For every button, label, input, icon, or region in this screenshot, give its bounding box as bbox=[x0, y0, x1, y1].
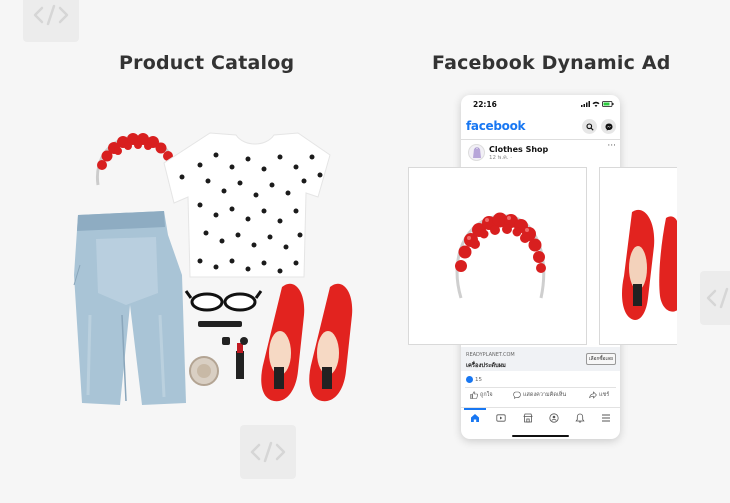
code-icon bbox=[33, 4, 69, 26]
post-more-button[interactable]: ··· bbox=[607, 141, 616, 151]
shop-now-button[interactable]: เลือกซื้อเลย bbox=[586, 353, 616, 365]
share-label: แชร์ bbox=[599, 392, 610, 398]
home-indicator bbox=[512, 435, 569, 437]
facebook-dynamic-ad-heading: Facebook Dynamic Ad bbox=[432, 52, 671, 74]
battery-icon bbox=[602, 101, 614, 107]
header-divider bbox=[461, 139, 620, 140]
link-domain: READYPLANET.COM bbox=[466, 352, 515, 358]
product-catalog-image bbox=[60, 115, 360, 415]
jeans-illustration bbox=[73, 211, 186, 405]
facebook-logo: facebook bbox=[466, 119, 526, 133]
messenger-icon bbox=[605, 123, 612, 131]
code-icon bbox=[250, 441, 286, 463]
nav-menu[interactable] bbox=[600, 412, 612, 424]
post-time: 12 พ.ค. · bbox=[489, 155, 513, 161]
like-button[interactable]: ถูกใจ bbox=[470, 391, 493, 399]
carousel-card-heels[interactable] bbox=[599, 167, 677, 345]
sunglasses-illustration bbox=[184, 290, 263, 312]
shop-logo-icon bbox=[473, 147, 481, 158]
nav-groups[interactable] bbox=[548, 412, 560, 424]
headband-illustration bbox=[95, 133, 178, 186]
mascara-illustration bbox=[198, 321, 242, 327]
product-catalog-heading: Product Catalog bbox=[119, 52, 295, 74]
red-heels-product-image bbox=[622, 209, 677, 320]
actions-divider bbox=[465, 387, 616, 388]
wifi-icon bbox=[592, 101, 600, 107]
polka-dot-top-illustration bbox=[163, 132, 331, 278]
like-label: ถูกใจ bbox=[480, 392, 493, 398]
red-heels-illustration bbox=[261, 283, 353, 402]
search-button[interactable] bbox=[582, 119, 597, 134]
groups-icon bbox=[549, 413, 559, 423]
search-icon bbox=[585, 122, 594, 131]
status-bar: 22:16 bbox=[461, 95, 620, 115]
headband-product-image bbox=[455, 212, 546, 299]
post-header: Clothes Shop 12 พ.ค. · ··· bbox=[461, 141, 620, 165]
like-reaction-icon bbox=[466, 376, 473, 383]
comment-label: แสดงความคิดเห็น bbox=[523, 392, 567, 398]
nav-marketplace[interactable] bbox=[522, 412, 534, 424]
signal-icon bbox=[581, 101, 590, 107]
messenger-button[interactable] bbox=[601, 119, 616, 134]
marketplace-icon bbox=[523, 413, 533, 423]
ad-link-bar[interactable]: READYPLANET.COM เครื่องประดับผม เลือกซื้… bbox=[461, 347, 620, 371]
code-badge-bottom bbox=[240, 425, 296, 479]
comment-icon bbox=[513, 391, 521, 399]
menu-icon bbox=[602, 414, 610, 422]
code-badge-right bbox=[700, 271, 730, 325]
thumbs-up-icon bbox=[470, 391, 478, 399]
post-actions: ถูกใจ แสดงความคิดเห็น แชร์ bbox=[461, 391, 620, 403]
bottom-nav bbox=[461, 408, 620, 428]
page-avatar[interactable] bbox=[468, 144, 485, 161]
share-button[interactable]: แชร์ bbox=[589, 391, 609, 399]
nav-home[interactable] bbox=[469, 412, 481, 424]
reaction-count: 15 bbox=[475, 376, 482, 383]
nav-video[interactable] bbox=[495, 412, 507, 424]
status-icons bbox=[581, 101, 614, 107]
reaction-summary[interactable]: 15 bbox=[466, 376, 482, 383]
code-badge-top-left bbox=[23, 0, 79, 42]
video-icon bbox=[496, 414, 506, 422]
share-icon bbox=[589, 391, 597, 399]
nav-active-indicator bbox=[464, 408, 486, 410]
comment-button[interactable]: แสดงความคิดเห็น bbox=[513, 391, 566, 399]
facebook-header: facebook bbox=[461, 116, 620, 138]
page-name[interactable]: Clothes Shop bbox=[489, 145, 548, 154]
code-icon bbox=[706, 287, 729, 309]
link-title: เครื่องประดับผม bbox=[466, 363, 506, 369]
nav-notifications[interactable] bbox=[574, 412, 586, 424]
home-icon bbox=[471, 414, 479, 422]
status-time: 22:16 bbox=[473, 100, 497, 109]
bell-icon bbox=[575, 413, 585, 423]
cosmetics-illustration bbox=[189, 337, 248, 386]
carousel-card-headband[interactable] bbox=[408, 167, 587, 345]
